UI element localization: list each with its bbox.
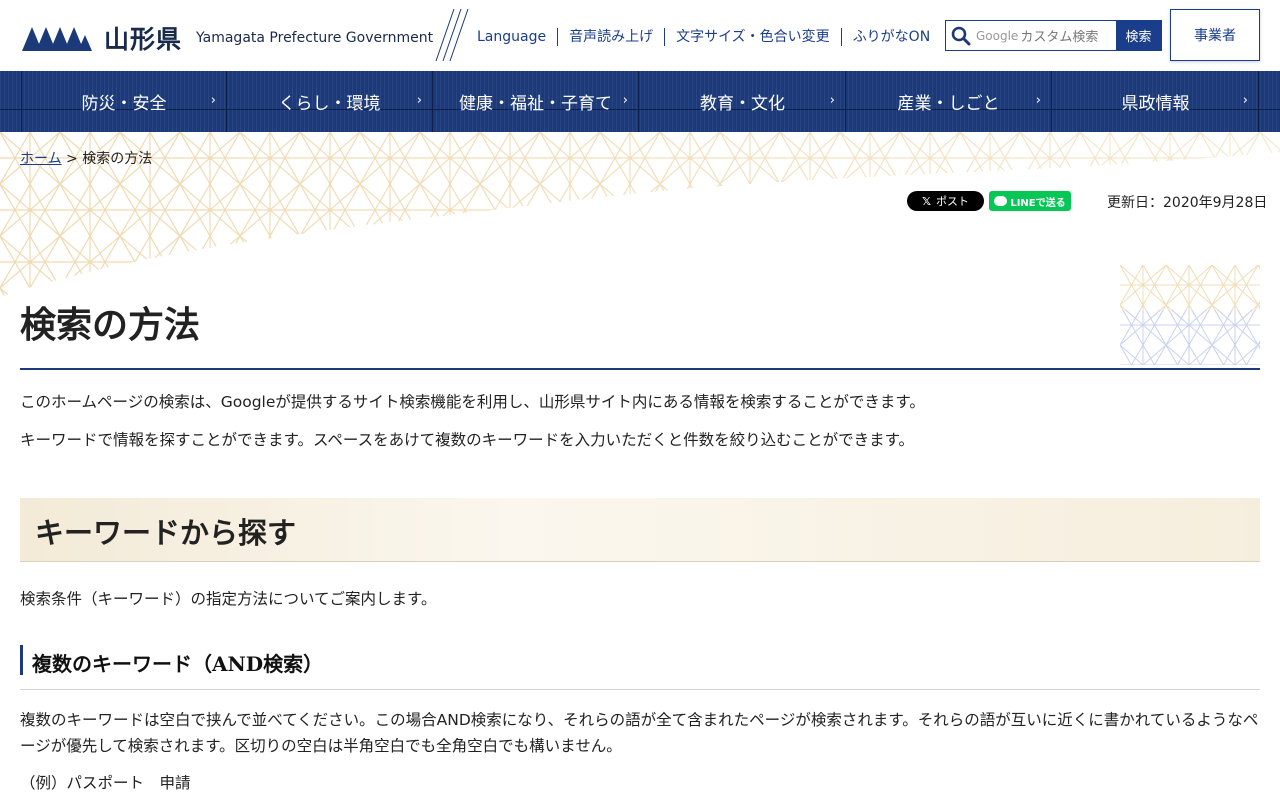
nav-item-industry-work[interactable]: 産業・しごと › (846, 71, 1052, 132)
intro-paragraph-2: キーワードで情報を探すことができます。スペースをあけて複数のキーワードを入力いた… (20, 431, 915, 449)
chevron-right-icon: › (1035, 93, 1041, 108)
global-nav: 防災・安全 › くらし・環境 › 健康・福祉・子育て › 教育・文化 › 産業・しごと ›… (0, 71, 1280, 132)
language-link[interactable]: Language (466, 28, 557, 46)
logo-english: Yamagata Prefecture Government (196, 30, 434, 46)
nav-item-disaster-safety[interactable]: 防災・安全 › (21, 71, 227, 132)
nav-label: 教育・文化 (700, 94, 785, 114)
prefecture-emblem-icon (22, 27, 92, 51)
site-logo[interactable]: 山形県 Yamagata Prefecture Government (22, 20, 433, 56)
nav-item-health-welfare[interactable]: 健康・福祉・子育て › (433, 71, 639, 132)
furigana-link[interactable]: ふりがなON (840, 28, 942, 46)
title-asanoha-decoration (1120, 265, 1260, 365)
and-search-description: 複数のキーワードは空白で挟んで並べてください。この場合AND検索になり、それらの… (20, 711, 1259, 756)
text-size-color-link[interactable]: 文字サイズ・色合い変更 (664, 28, 841, 46)
chevron-right-icon: › (1242, 93, 1248, 108)
text-to-speech-link[interactable]: 音声読み上げ (557, 28, 664, 46)
chevron-right-icon: › (829, 93, 835, 108)
section-heading-keyword: キーワードから探す (20, 498, 1260, 562)
subsection-heading-text: 複数のキーワード（AND検索） (32, 652, 324, 676)
x-share-label: ポスト (935, 195, 969, 208)
x-logo-icon: 𝕏 (922, 194, 931, 208)
nav-label: 県政情報 (1121, 94, 1190, 114)
asanoha-pattern-background (0, 132, 1280, 297)
nav-item-prefectural-government[interactable]: 県政情報 › (1053, 71, 1259, 132)
breadcrumb-separator: > (66, 151, 78, 167)
logo-japanese: 山形県 (104, 25, 183, 54)
search-input[interactable]: Google カスタム検索 (974, 24, 1120, 47)
nav-label: くらし・環境 (278, 94, 381, 114)
page-title: 検索の方法 (20, 305, 201, 346)
title-underline (20, 368, 1260, 370)
search-placeholder: カスタム検索 (1020, 30, 1099, 45)
nav-item-life-environment[interactable]: くらし・環境 › (227, 71, 433, 132)
google-label: Google (976, 28, 1019, 43)
line-logo-icon (994, 196, 1008, 206)
chevron-right-icon: › (210, 93, 216, 108)
nav-label: 産業・しごと (897, 94, 1000, 114)
updated-date: 更新日：2020年9月28日 (1107, 195, 1268, 211)
subsection-heading-and-search: 複数のキーワード（AND検索） (20, 645, 1260, 690)
nav-item-education-culture[interactable]: 教育・文化 › (640, 71, 846, 132)
header-slash-decoration (435, 9, 469, 61)
line-share-label: LINEで送る (1010, 197, 1066, 209)
nav-label: 健康・福祉・子育て (459, 94, 612, 114)
and-search-example: （例）パスポート 申請 (20, 774, 191, 792)
business-button[interactable]: 事業者 (1170, 9, 1260, 61)
heading-accent-bar (20, 645, 23, 675)
breadcrumb: ホーム > 検索の方法 (20, 148, 152, 168)
section-description: 検索条件（キーワード）の指定方法についてご案内します。 (20, 590, 437, 608)
breadcrumb-current: 検索の方法 (82, 151, 153, 167)
chevron-right-icon: › (416, 93, 422, 108)
breadcrumb-home-link[interactable]: ホーム (20, 151, 62, 167)
section-heading-text: キーワードから探す (35, 516, 297, 550)
chevron-right-icon: › (622, 93, 628, 108)
nav-label: 防災・安全 (81, 94, 167, 114)
site-search: Google カスタム検索 検索 (945, 20, 1162, 51)
intro-paragraph-1: このホームページの検索は、Googleが提供するサイト検索機能を利用し、山形県サ… (20, 393, 925, 411)
line-share-button[interactable]: LINEで送る (989, 191, 1071, 211)
search-icon (951, 26, 971, 46)
search-button[interactable]: 検索 (1116, 21, 1161, 50)
utility-links: Language 音声読み上げ 文字サイズ・色合い変更 ふりがなON (466, 28, 941, 46)
site-header: 山形県 Yamagata Prefecture Government Langu… (0, 0, 1280, 71)
x-share-button[interactable]: 𝕏 ポスト (907, 191, 984, 211)
